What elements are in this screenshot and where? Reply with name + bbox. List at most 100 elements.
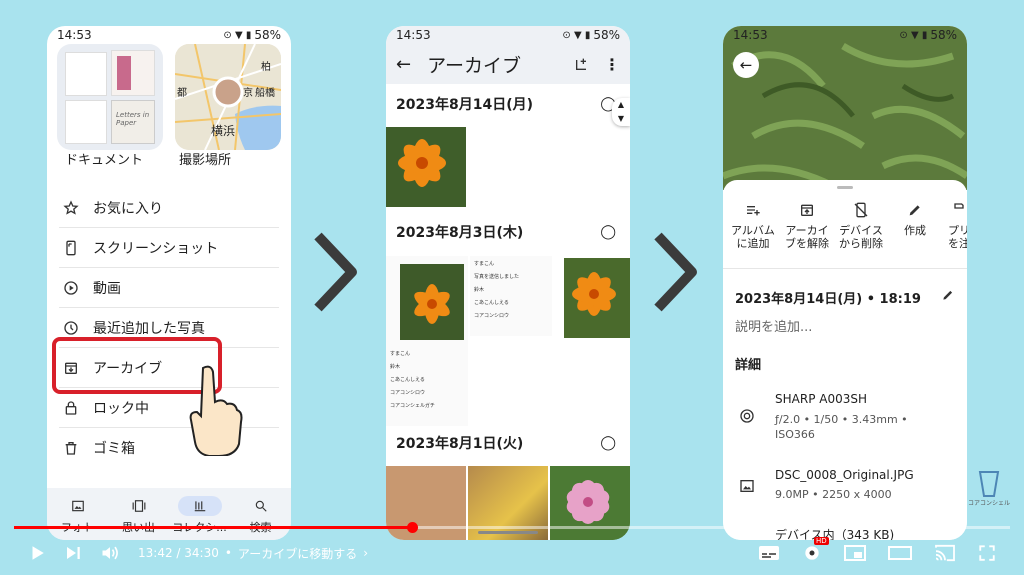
menu-item-locked[interactable]: ロック中: [59, 388, 279, 428]
file-name: DSC_0008_Original.JPG: [775, 468, 914, 482]
app-bar: ← アーカイブ ⋮: [386, 44, 630, 84]
status-time: 14:53: [396, 28, 431, 42]
screenshot-icon: [59, 240, 83, 256]
divider: [723, 268, 967, 269]
video-icon: [59, 280, 83, 296]
action-create[interactable]: 作成: [887, 200, 943, 237]
status-time: 14:53: [57, 28, 92, 42]
brand-logo-icon: [978, 471, 1000, 497]
lock-icon: [59, 400, 83, 416]
action-label: アーカイ ブを解除: [785, 224, 829, 250]
action-label: プリ を注: [948, 224, 967, 250]
action-label: 作成: [904, 224, 926, 237]
collection-icon: [193, 499, 207, 513]
section-header: 2023年8月1日(火) ◯: [396, 435, 616, 452]
back-arrow-icon: ←: [739, 56, 753, 74]
miniplayer-icon[interactable]: [844, 545, 866, 561]
action-add-to-album[interactable]: アルバム に追加: [725, 200, 781, 250]
status-battery: 58%: [593, 28, 620, 42]
trash-icon: [59, 440, 83, 456]
watermark: コアコンシェル: [962, 470, 1016, 507]
page-title: アーカイブ: [427, 54, 521, 77]
photo-datetime: 2023年8月14日(月) • 18:19: [735, 292, 921, 307]
photo-tile[interactable]: [564, 258, 630, 338]
back-arrow-icon[interactable]: ←: [396, 54, 411, 75]
unarchive-icon: [799, 200, 815, 220]
check-circle-icon[interactable]: ◯: [600, 435, 616, 451]
progress-bar[interactable]: [14, 526, 1010, 529]
sheet-handle[interactable]: [837, 186, 853, 189]
scroll-handle[interactable]: ▲ ▼: [612, 98, 630, 126]
status-time: 14:53: [733, 28, 768, 42]
map-label: 都: [177, 88, 187, 99]
details-header: 詳細: [735, 358, 762, 373]
progress-thumb[interactable]: [407, 522, 419, 533]
fullscreen-icon[interactable]: [978, 544, 996, 562]
cast-icon[interactable]: [934, 544, 956, 562]
map-label: 柏: [261, 62, 271, 73]
action-print[interactable]: プリ を注: [939, 200, 967, 250]
progress-fill: [14, 526, 413, 529]
signal-icon: ⊙ ▼ ▮: [899, 29, 928, 41]
menu-item-videos[interactable]: 動画: [59, 268, 279, 308]
status-bar: 14:53 ⊙ ▼ ▮ 58%: [386, 26, 630, 44]
video-player-controls: 13:42 / 34:30 • アーカイブに移動する › HD: [0, 522, 1024, 575]
phone-archive: 14:53 ⊙ ▼ ▮ 58% ← アーカイブ ⋮ 2023年8月14日(月) ◯…: [386, 26, 630, 540]
settings-gear-icon[interactable]: HD: [802, 537, 829, 563]
action-label: デバイス から削除: [839, 224, 883, 250]
edit-datetime-icon[interactable]: [941, 288, 955, 302]
next-icon[interactable]: [64, 544, 82, 562]
subtitles-icon[interactable]: [758, 545, 780, 561]
section-header: 2023年8月14日(月) ◯: [396, 96, 616, 113]
documents-label: ドキュメント: [65, 153, 144, 168]
device-delete-icon: [853, 200, 869, 220]
chat-screenshot-tile[interactable]: すまこん 鈴木 こあこんしえる コアコンシロウ コアコンシェルガチ: [386, 256, 468, 426]
album-add-icon: [745, 200, 761, 220]
star-icon: [59, 199, 83, 216]
section-header: 2023年8月3日(木) ◯: [396, 224, 616, 241]
status-battery: 58%: [254, 28, 281, 42]
file-specs: 9.0MP • 2250 x 4000: [775, 488, 892, 501]
phone-collections: 14:53 ⊙ ▼ ▮ 58% Letters in Paper 柏 都 京 船…: [47, 26, 291, 540]
chevron-right-icon: [310, 230, 360, 314]
doc-text: Letters in Paper: [111, 100, 155, 144]
map-label: 船橋: [255, 88, 275, 99]
camera-model: SHARP A003SH: [775, 392, 867, 406]
menu-item-favorites[interactable]: お気に入り: [59, 188, 279, 228]
memories-icon: [132, 499, 146, 513]
phone-photo-details: 14:53 ⊙ ▼ ▮ 58% ← アルバム に追加 アーカイ ブを解除 デバイ…: [723, 26, 967, 540]
menu-item-screenshots[interactable]: スクリーンショット: [59, 228, 279, 268]
add-photo-icon[interactable]: [574, 56, 590, 72]
play-icon[interactable]: [28, 544, 46, 562]
chapter-title[interactable]: アーカイブに移動する: [238, 545, 357, 562]
check-circle-icon[interactable]: ◯: [600, 224, 616, 240]
map-label: 横浜: [211, 124, 236, 138]
menu-item-trash[interactable]: ゴミ箱: [59, 428, 279, 468]
signal-icon: ⊙ ▼ ▮: [562, 29, 591, 41]
status-bar: 14:53 ⊙ ▼ ▮ 58%: [723, 26, 967, 44]
status-bar: 14:53 ⊙ ▼ ▮ 58%: [47, 26, 291, 44]
photo-icon: [71, 499, 85, 513]
volume-icon[interactable]: [100, 543, 120, 563]
photo-preview[interactable]: [723, 26, 967, 190]
theater-mode-icon[interactable]: [888, 545, 912, 561]
back-button[interactable]: ←: [733, 52, 759, 78]
action-unarchive[interactable]: アーカイ ブを解除: [779, 200, 835, 250]
edit-icon: [907, 200, 923, 220]
places-thumb[interactable]: 柏 都 京 船橋 横浜: [175, 44, 281, 150]
description-input[interactable]: 説明を追加...: [735, 316, 812, 335]
signal-icon: ⊙ ▼ ▮: [223, 29, 252, 41]
image-icon: [739, 478, 755, 494]
documents-thumb[interactable]: Letters in Paper: [57, 44, 163, 150]
print-icon: [951, 200, 967, 220]
search-icon: [254, 499, 268, 513]
chat-screenshot-tile[interactable]: すまこん 写真を送信しました 鈴木 こあこんしえる コアコンシロウ: [470, 256, 552, 336]
hd-badge: HD: [814, 537, 829, 545]
chevron-right-icon[interactable]: ›: [363, 546, 368, 560]
action-delete-from-device[interactable]: デバイス から削除: [833, 200, 889, 250]
recent-icon: [59, 320, 83, 336]
photo-tile[interactable]: [386, 127, 466, 207]
pointing-hand-icon: [189, 364, 243, 456]
camera-specs: ƒ/2.0 • 1/50 • 3.43mm • ISO366: [775, 413, 908, 441]
more-icon[interactable]: ⋮: [604, 55, 620, 74]
